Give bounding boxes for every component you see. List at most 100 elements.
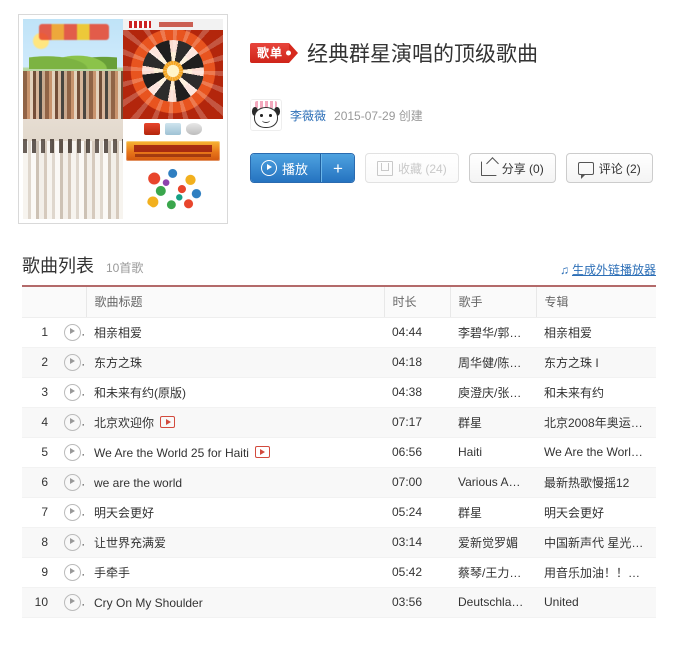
favorite-icon [377, 160, 394, 176]
song-title-link[interactable]: 相亲相爱 [94, 326, 142, 340]
row-play-icon[interactable] [64, 503, 81, 521]
row-play-icon[interactable] [64, 473, 81, 491]
row-play-cell [56, 437, 86, 468]
row-play-icon[interactable] [64, 323, 81, 341]
table-row[interactable]: 1 相亲相爱 04:44 李碧华/郭… 相亲相爱 [22, 317, 656, 348]
row-play-icon[interactable] [64, 593, 81, 611]
generate-external-player-link[interactable]: ♫ 生成外链播放器 [560, 261, 656, 278]
song-title-link[interactable]: 东方之珠 [94, 356, 142, 370]
song-table-body: 1 相亲相爱 04:44 李碧华/郭… 相亲相爱 2 东方之珠 04:18 周华健/陈… 东方之珠… [22, 317, 656, 618]
row-play-cell [56, 467, 86, 498]
row-play-cell [56, 317, 86, 348]
favorite-button[interactable]: 收藏 (24) [365, 153, 459, 184]
row-play-cell [56, 527, 86, 558]
row-play-cell [56, 557, 86, 588]
song-artist[interactable]: 庾澄庆/张… [450, 377, 536, 408]
row-index: 4 [22, 407, 56, 438]
row-play-icon[interactable] [64, 443, 81, 461]
olympic-logos [129, 121, 217, 137]
song-title-cell: 相亲相爱 [86, 317, 384, 348]
song-album[interactable]: 明天会更好 [536, 497, 656, 528]
badge-dot-icon [286, 50, 292, 56]
song-title-link[interactable]: 手牵手 [94, 566, 130, 580]
table-row[interactable]: 6 we are the world 07:00 Various A… 最新热歌慢摇12 [22, 467, 656, 498]
song-title-link[interactable]: 让世界充满爱 [94, 536, 166, 550]
playlist-cover[interactable] [18, 14, 228, 224]
avatar-eye-left-icon [260, 113, 263, 117]
row-index: 5 [22, 437, 56, 468]
cover-tile-1-title-art [39, 24, 109, 40]
play-button[interactable]: 播放 [251, 154, 322, 183]
song-title-cell: 手牵手 [86, 557, 384, 588]
mv-icon[interactable] [160, 416, 176, 428]
song-title-cell: 东方之珠 [86, 347, 384, 378]
song-artist[interactable]: Deutschla… [450, 587, 536, 618]
song-table: 歌曲标题 时长 歌手 专辑 1 相亲相爱 04:44 李碧华/郭… 相亲相爱 2 东方之珠 0… [22, 287, 656, 618]
song-title-cell: 北京欢迎你 [86, 407, 384, 438]
row-index: 3 [22, 377, 56, 408]
song-title-link[interactable]: Cry On My Shoulder [94, 595, 203, 609]
action-buttons: 播放 + 收藏 (24) 分享 (0) 评论 (2) [250, 153, 678, 184]
column-header-title[interactable]: 歌曲标题 [85, 287, 384, 318]
song-title-link[interactable]: We Are the World 25 for Haiti [94, 445, 249, 459]
cover-tile-4-banner [126, 141, 220, 161]
song-duration: 03:14 [384, 527, 450, 558]
song-artist[interactable]: 爱新觉罗媚 [450, 527, 536, 558]
cover-tile-4-confetti [141, 167, 207, 213]
song-album[interactable]: 中国新声代 星光… [536, 527, 656, 558]
song-album[interactable]: 用音乐加油！！… [536, 557, 656, 588]
song-artist[interactable]: 周华健/陈… [450, 347, 536, 378]
song-title-link[interactable]: 和未来有约(原版) [94, 386, 186, 400]
song-title-link[interactable]: 北京欢迎你 [94, 416, 154, 430]
playlist-meta: 歌单 经典群星演唱的顶级歌曲 李薇薇 2015-07-29 创建 播放 + 收藏… [228, 14, 678, 224]
song-duration: 04:44 [384, 317, 450, 348]
song-title-cell: 让世界充满爱 [86, 527, 384, 558]
row-index: 10 [22, 587, 56, 618]
song-artist[interactable]: 群星 [450, 407, 536, 438]
column-header-artist[interactable]: 歌手 [449, 287, 536, 318]
song-artist[interactable]: Haiti [450, 437, 536, 468]
song-album[interactable]: 最新热歌慢摇12 [536, 467, 656, 498]
song-artist[interactable]: 李碧华/郭… [450, 317, 536, 348]
row-play-icon[interactable] [64, 353, 81, 371]
share-button[interactable]: 分享 (0) [468, 153, 556, 184]
song-album[interactable]: United [536, 587, 656, 618]
comment-icon [577, 161, 594, 179]
row-index: 2 [22, 347, 56, 378]
table-row[interactable]: 4 北京欢迎你 07:17 群星 北京2008年奥运… [22, 407, 656, 438]
author-name-link[interactable]: 李薇薇 [290, 107, 326, 124]
table-row[interactable]: 9 手牵手 05:42 蔡琴/王力… 用音乐加油！！… [22, 557, 656, 588]
song-artist[interactable]: 蔡琴/王力… [450, 557, 536, 588]
column-header-album[interactable]: 专辑 [535, 287, 656, 318]
table-row[interactable]: 3 和未来有约(原版) 04:38 庾澄庆/张… 和未来有约 [22, 377, 656, 408]
table-row[interactable]: 8 让世界充满爱 03:14 爱新觉罗媚 中国新声代 星光… [22, 527, 656, 558]
song-album[interactable]: We Are the Worl… [536, 437, 656, 468]
song-album[interactable]: 东方之珠 I [536, 347, 656, 378]
mv-icon[interactable] [254, 446, 270, 459]
add-to-list-button[interactable]: + [321, 154, 355, 183]
row-play-icon[interactable] [64, 563, 81, 581]
avatar[interactable] [250, 99, 282, 132]
column-header-play [56, 287, 86, 318]
comment-button[interactable]: 评论 (2) [565, 153, 653, 184]
table-row[interactable]: 10 Cry On My Shoulder 03:56 Deutschla… Unite… [22, 587, 656, 618]
favorite-button-label: 收藏 (24) [398, 161, 447, 176]
song-artist[interactable]: 群星 [450, 497, 536, 528]
music-note-icon: ♫ [559, 262, 569, 277]
row-play-icon[interactable] [64, 383, 81, 401]
play-icon [261, 160, 277, 177]
table-row[interactable]: 7 明天会更好 05:24 群星 明天会更好 [22, 497, 656, 528]
table-row[interactable]: 5 We Are the World 25 for Haiti 06:56 Haiti… [22, 437, 656, 468]
row-play-icon[interactable] [64, 413, 81, 431]
row-play-icon[interactable] [64, 533, 81, 551]
song-album[interactable]: 北京2008年奥运… [536, 407, 656, 438]
song-title-link[interactable]: 明天会更好 [94, 506, 154, 520]
column-header-index [22, 287, 56, 318]
song-artist[interactable]: Various A… [450, 467, 536, 498]
song-album[interactable]: 和未来有约 [536, 377, 656, 408]
table-row[interactable]: 2 东方之珠 04:18 周华健/陈… 东方之珠 I [22, 347, 656, 378]
song-album[interactable]: 相亲相爱 [536, 317, 656, 348]
column-header-duration[interactable]: 时长 [383, 287, 450, 318]
title-row: 歌单 经典群星演唱的顶级歌曲 [250, 24, 678, 82]
song-title-link[interactable]: we are the world [94, 475, 182, 489]
